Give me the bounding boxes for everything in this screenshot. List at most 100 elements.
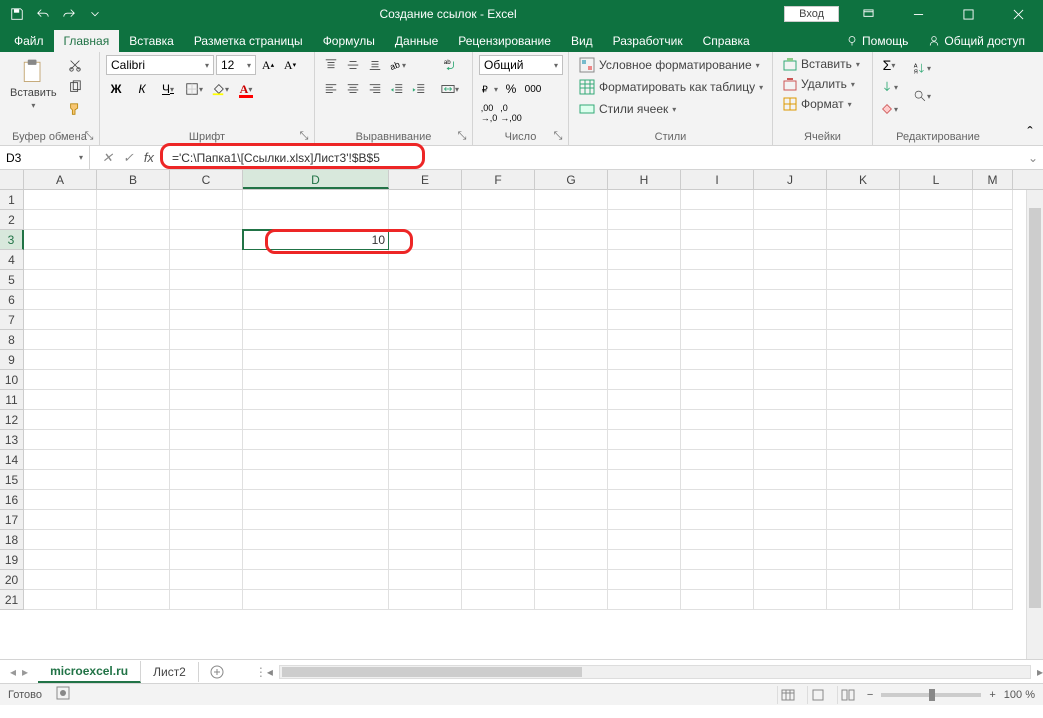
cell-C15[interactable] bbox=[170, 470, 243, 490]
tellme-field[interactable]: Помощь bbox=[836, 30, 918, 52]
cell-M12[interactable] bbox=[973, 410, 1013, 430]
cell-E19[interactable] bbox=[389, 550, 462, 570]
cell-A20[interactable] bbox=[24, 570, 97, 590]
cell-K12[interactable] bbox=[827, 410, 900, 430]
column-header-C[interactable]: C bbox=[170, 170, 243, 189]
copy-icon[interactable] bbox=[65, 77, 85, 97]
format-as-table-button[interactable]: Форматировать как таблицу▾ bbox=[575, 77, 767, 97]
enter-formula-icon[interactable]: ✓ bbox=[123, 150, 134, 166]
cell-H10[interactable] bbox=[608, 370, 681, 390]
delete-cells-button[interactable]: Удалить▾ bbox=[779, 75, 859, 93]
cell-C4[interactable] bbox=[170, 250, 243, 270]
cell-J4[interactable] bbox=[754, 250, 827, 270]
cell-G10[interactable] bbox=[535, 370, 608, 390]
cell-G18[interactable] bbox=[535, 530, 608, 550]
view-page-layout-icon[interactable] bbox=[807, 686, 829, 704]
clipboard-launcher-icon[interactable]: ⤡ bbox=[83, 130, 95, 142]
align-middle-icon[interactable] bbox=[343, 55, 363, 75]
cell-G2[interactable] bbox=[535, 210, 608, 230]
cell-E10[interactable] bbox=[389, 370, 462, 390]
cell-H18[interactable] bbox=[608, 530, 681, 550]
row-header-15[interactable]: 15 bbox=[0, 470, 24, 490]
sheet-prev-icon[interactable]: ◂ bbox=[10, 665, 16, 679]
cell-M21[interactable] bbox=[973, 590, 1013, 610]
cell-E17[interactable] bbox=[389, 510, 462, 530]
align-top-icon[interactable] bbox=[321, 55, 341, 75]
cell-D16[interactable] bbox=[243, 490, 389, 510]
cell-C8[interactable] bbox=[170, 330, 243, 350]
cell-I21[interactable] bbox=[681, 590, 754, 610]
cell-F4[interactable] bbox=[462, 250, 535, 270]
ribbon-options-icon[interactable] bbox=[847, 0, 889, 28]
cell-I18[interactable] bbox=[681, 530, 754, 550]
cell-F6[interactable] bbox=[462, 290, 535, 310]
cell-K4[interactable] bbox=[827, 250, 900, 270]
cell-H8[interactable] bbox=[608, 330, 681, 350]
close-icon[interactable] bbox=[997, 0, 1039, 28]
cell-B5[interactable] bbox=[97, 270, 170, 290]
cell-J13[interactable] bbox=[754, 430, 827, 450]
cell-K5[interactable] bbox=[827, 270, 900, 290]
cell-B6[interactable] bbox=[97, 290, 170, 310]
cell-J18[interactable] bbox=[754, 530, 827, 550]
vscroll-thumb[interactable] bbox=[1029, 208, 1041, 608]
cell-A3[interactable] bbox=[24, 230, 97, 250]
tab-developer[interactable]: Разработчик bbox=[603, 30, 693, 52]
cell-I8[interactable] bbox=[681, 330, 754, 350]
cell-H14[interactable] bbox=[608, 450, 681, 470]
cell-H3[interactable] bbox=[608, 230, 681, 250]
cell-F17[interactable] bbox=[462, 510, 535, 530]
cell-C7[interactable] bbox=[170, 310, 243, 330]
cell-H5[interactable] bbox=[608, 270, 681, 290]
clear-icon[interactable]: ▾ bbox=[879, 99, 899, 119]
row-header-14[interactable]: 14 bbox=[0, 450, 24, 470]
cell-H19[interactable] bbox=[608, 550, 681, 570]
align-right-icon[interactable] bbox=[365, 79, 385, 99]
cell-L18[interactable] bbox=[900, 530, 973, 550]
cell-F15[interactable] bbox=[462, 470, 535, 490]
currency-icon[interactable]: ₽▾ bbox=[479, 79, 499, 99]
expand-formula-bar-icon[interactable]: ⌄ bbox=[1023, 151, 1043, 165]
cell-J5[interactable] bbox=[754, 270, 827, 290]
cell-F1[interactable] bbox=[462, 190, 535, 210]
cell-K10[interactable] bbox=[827, 370, 900, 390]
row-header-13[interactable]: 13 bbox=[0, 430, 24, 450]
cell-D12[interactable] bbox=[243, 410, 389, 430]
cell-C13[interactable] bbox=[170, 430, 243, 450]
column-header-L[interactable]: L bbox=[900, 170, 973, 189]
comma-icon[interactable]: 000 bbox=[523, 79, 543, 99]
cell-C5[interactable] bbox=[170, 270, 243, 290]
hscroll-right-icon[interactable]: ▸ bbox=[1037, 665, 1043, 679]
cell-C18[interactable] bbox=[170, 530, 243, 550]
cell-L3[interactable] bbox=[900, 230, 973, 250]
row-header-21[interactable]: 21 bbox=[0, 590, 24, 610]
cell-D13[interactable] bbox=[243, 430, 389, 450]
cell-G17[interactable] bbox=[535, 510, 608, 530]
sheet-tab-1[interactable]: microexcel.ru bbox=[38, 661, 141, 683]
cell-L11[interactable] bbox=[900, 390, 973, 410]
cell-H1[interactable] bbox=[608, 190, 681, 210]
align-center-icon[interactable] bbox=[343, 79, 363, 99]
row-header-6[interactable]: 6 bbox=[0, 290, 24, 310]
cell-D21[interactable] bbox=[243, 590, 389, 610]
row-header-2[interactable]: 2 bbox=[0, 210, 24, 230]
cell-A18[interactable] bbox=[24, 530, 97, 550]
cell-E12[interactable] bbox=[389, 410, 462, 430]
number-format-select[interactable]: Общий▾ bbox=[479, 55, 563, 75]
cell-J7[interactable] bbox=[754, 310, 827, 330]
cell-H20[interactable] bbox=[608, 570, 681, 590]
cell-H2[interactable] bbox=[608, 210, 681, 230]
cell-H9[interactable] bbox=[608, 350, 681, 370]
cell-F14[interactable] bbox=[462, 450, 535, 470]
cell-A5[interactable] bbox=[24, 270, 97, 290]
cell-J17[interactable] bbox=[754, 510, 827, 530]
share-button[interactable]: Общий доступ bbox=[918, 30, 1035, 52]
cell-I11[interactable] bbox=[681, 390, 754, 410]
cell-B10[interactable] bbox=[97, 370, 170, 390]
cell-D15[interactable] bbox=[243, 470, 389, 490]
cell-E18[interactable] bbox=[389, 530, 462, 550]
cell-D7[interactable] bbox=[243, 310, 389, 330]
hscroll-thumb[interactable] bbox=[282, 667, 582, 677]
row-header-19[interactable]: 19 bbox=[0, 550, 24, 570]
cell-J21[interactable] bbox=[754, 590, 827, 610]
